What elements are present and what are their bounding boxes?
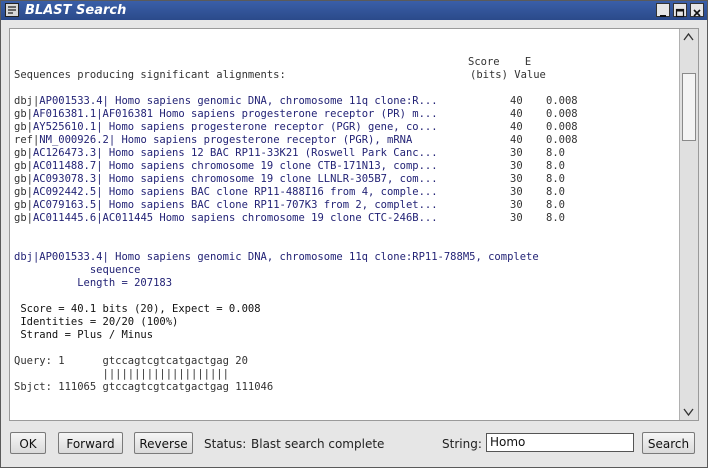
arrow-up-icon[interactable] <box>682 31 695 44</box>
minimize-button[interactable] <box>656 3 670 17</box>
close-button[interactable] <box>690 3 704 17</box>
accession-link[interactable]: AF016381.1 <box>33 108 96 120</box>
forward-button[interactable]: Forward <box>58 432 123 454</box>
hit-description: | Homo sapiens chromosome 19 clone LLNLR… <box>96 173 438 185</box>
hit-score: 40 <box>510 108 523 120</box>
header-units: (bits) Value <box>470 69 546 81</box>
vertical-scrollbar[interactable] <box>679 29 698 420</box>
hit-description: | Homo sapiens BAC clone RP11-488I16 fro… <box>96 186 438 198</box>
db-prefix: gb| <box>14 212 33 224</box>
accession-link[interactable]: AP001533.4 <box>39 95 102 107</box>
close-icon <box>693 9 701 17</box>
hit-score: 30 <box>510 147 523 159</box>
sbjct-line: Sbjct: 111065 gtccagtcgtcatgactgag 11104… <box>14 381 274 393</box>
accession-link[interactable]: AC093078.3 <box>33 173 96 185</box>
blast-window: BLAST Search Score E Sequences producing… <box>0 0 708 468</box>
hit-description: | Homo sapiens progesterone receptor (PG… <box>108 134 413 146</box>
search-button[interactable]: Search <box>642 432 695 454</box>
db-prefix: ref| <box>14 134 40 146</box>
scrollbar-thumb[interactable] <box>682 73 696 141</box>
accession-link[interactable]: NM_000926.2 <box>39 134 109 146</box>
accession-link[interactable]: AC011445.6 <box>33 212 96 224</box>
hit-description: | Homo sapiens 12 BAC RP11-33K21 (Roswel… <box>96 147 438 159</box>
detail-score: Score = 40.1 bits (20), Expect = 0.008 <box>14 303 261 315</box>
detail-length: Length = 207183 <box>14 277 173 289</box>
hit-evalue: 8.0 <box>546 199 565 211</box>
match-bars: |||||||||||||||||||| <box>14 368 229 380</box>
db-prefix: gb| <box>14 186 33 198</box>
db-prefix: gb| <box>14 121 33 133</box>
accession-link[interactable]: AY525610.1 <box>33 121 96 133</box>
hit-score: 30 <box>510 212 523 224</box>
status-text: Blast search complete <box>251 437 385 451</box>
string-input[interactable]: Homo <box>486 433 634 452</box>
hit-evalue: 8.0 <box>546 160 565 172</box>
hit-score: 30 <box>510 160 523 172</box>
db-prefix: dbj| <box>14 95 40 107</box>
accession-link[interactable]: AC126473.3 <box>33 147 96 159</box>
accession-link[interactable]: AC079163.5 <box>33 199 96 211</box>
query-line: Query: 1 gtccagtcgtcatgactgag 20 <box>14 355 248 367</box>
hit-description: |AF016381 Homo sapiens progesterone rece… <box>96 108 438 120</box>
blast-app-icon[interactable] <box>5 3 19 17</box>
hit-evalue: 8.0 <box>546 212 565 224</box>
hit-score: 40 <box>510 95 523 107</box>
alignment-row: dbj|AP001533.4| Homo sapiens genomic DNA… <box>14 95 438 108</box>
maximize-button[interactable] <box>673 3 687 18</box>
detail-title-cont: sequence <box>14 264 141 276</box>
db-prefix: gb| <box>14 108 33 120</box>
bottom-toolbar: OK Forward Reverse Status: Blast search … <box>1 426 707 466</box>
hit-description: |AC011445 Homo sapiens chromosome 19 clo… <box>96 212 438 224</box>
minimize-icon <box>660 15 666 17</box>
hit-evalue: 8.0 <box>546 186 565 198</box>
alignment-row: gb|AY525610.1| Homo sapiens progesterone… <box>14 121 438 134</box>
hit-description: | Homo sapiens BAC clone RP11-707K3 from… <box>96 199 438 211</box>
title-bar[interactable]: BLAST Search <box>1 1 707 20</box>
hit-description: | Homo sapiens chromosome 19 clone CTB-1… <box>96 160 438 172</box>
results-pane[interactable]: Score E Sequences producing significant … <box>9 28 699 421</box>
hit-description: | Homo sapiens progesterone receptor (PG… <box>96 121 438 133</box>
hit-score: 40 <box>510 121 523 133</box>
hit-evalue: 0.008 <box>546 108 578 120</box>
db-prefix: gb| <box>14 147 33 159</box>
string-label: String: <box>442 437 482 451</box>
detail-title: dbj|AP001533.4| Homo sapiens genomic DNA… <box>14 251 539 263</box>
accession-link[interactable]: AC011488.7 <box>33 160 96 172</box>
window-title: BLAST Search <box>25 3 127 18</box>
arrow-down-icon[interactable] <box>682 405 695 418</box>
ok-button[interactable]: OK <box>10 432 46 454</box>
hit-evalue: 8.0 <box>546 147 565 159</box>
detail-identities: Identities = 20/20 (100%) <box>14 316 179 328</box>
alignment-row: gb|AC092442.5| Homo sapiens BAC clone RP… <box>14 186 438 199</box>
hit-score: 30 <box>510 173 523 185</box>
hit-evalue: 8.0 <box>546 173 565 185</box>
alignment-row: gb|AC079163.5| Homo sapiens BAC clone RP… <box>14 199 438 212</box>
detail-strand: Strand = Plus / Minus <box>14 329 154 341</box>
hit-evalue: 0.008 <box>546 95 578 107</box>
reverse-button[interactable]: Reverse <box>134 432 193 454</box>
alignment-row: gb|AC011488.7| Homo sapiens chromosome 1… <box>14 160 438 173</box>
accession-link[interactable]: AC092442.5 <box>33 186 96 198</box>
header-score-e: Score E <box>468 56 532 68</box>
hit-score: 40 <box>510 134 523 146</box>
alignment-row: gb|AC093078.3| Homo sapiens chromosome 1… <box>14 173 438 186</box>
alignment-row: ref|NM_000926.2| Homo sapiens progestero… <box>14 134 412 147</box>
maximize-icon <box>675 8 685 18</box>
status-label: Status: <box>204 437 247 451</box>
alignment-row: gb|AC011445.6|AC011445 Homo sapiens chro… <box>14 212 438 225</box>
alignment-row: gb|AF016381.1|AF016381 Homo sapiens prog… <box>14 108 438 121</box>
header-label: Sequences producing significant alignmen… <box>14 69 286 81</box>
hit-evalue: 0.008 <box>546 121 578 133</box>
results-text: Score E Sequences producing significant … <box>14 29 678 420</box>
hit-score: 30 <box>510 186 523 198</box>
db-prefix: gb| <box>14 173 33 185</box>
db-prefix: gb| <box>14 160 33 172</box>
db-prefix: gb| <box>14 199 33 211</box>
hit-score: 30 <box>510 199 523 211</box>
hit-description: | Homo sapiens genomic DNA, chromosome 1… <box>102 95 438 107</box>
alignment-row: gb|AC126473.3| Homo sapiens 12 BAC RP11-… <box>14 147 438 160</box>
hit-evalue: 0.008 <box>546 134 578 146</box>
